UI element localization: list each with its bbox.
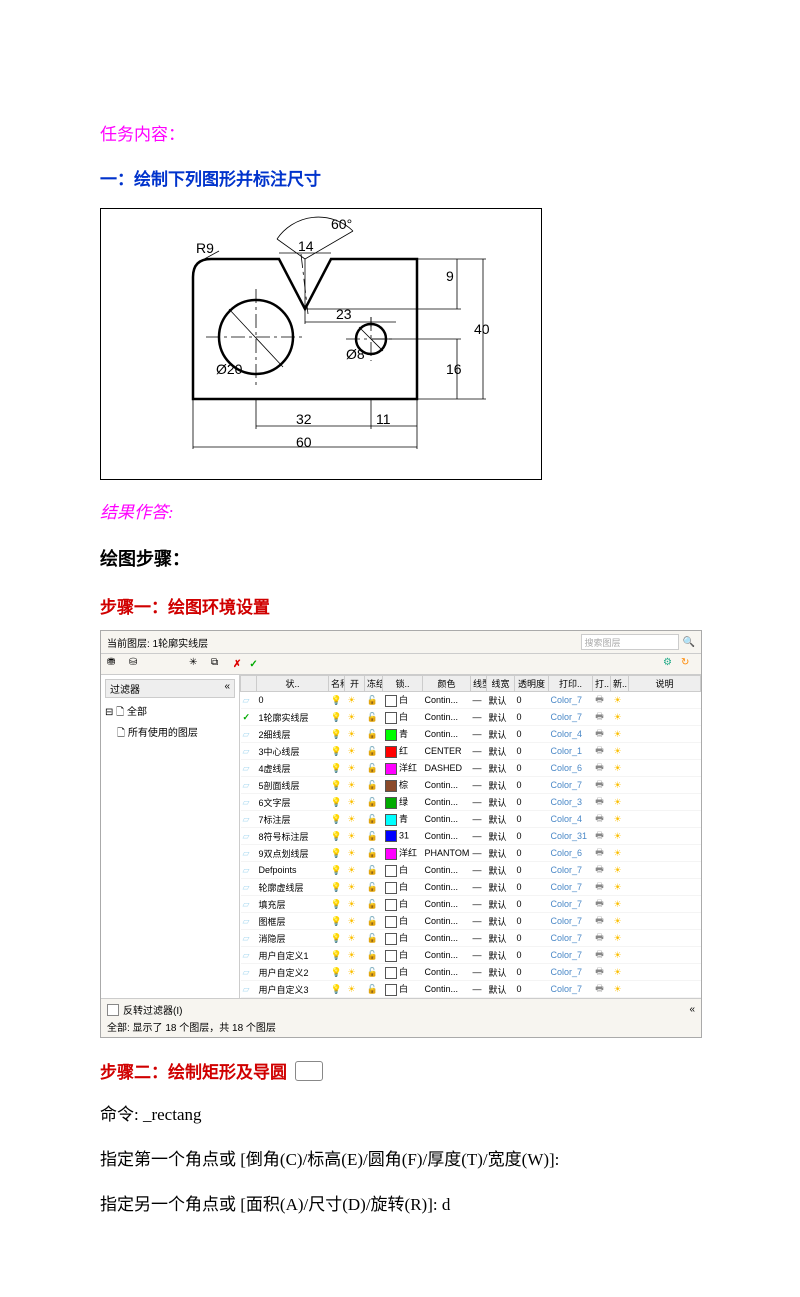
table-row[interactable]: ▱7标注层💡☀🔓 青Contin...—默认0Color_4🖶☀ — [241, 811, 701, 828]
settings-icon[interactable]: ⚙ — [663, 657, 677, 671]
svg-text:32: 32 — [296, 411, 312, 427]
table-row[interactable]: ▱Defpoints💡☀🔓 白Contin...—默认0Color_7🖶☀ — [241, 862, 701, 879]
table-row[interactable]: ▱用户自定义3💡☀🔓 白Contin...—默认0Color_7🖶☀ — [241, 981, 701, 998]
svg-text:23: 23 — [336, 306, 352, 322]
table-row[interactable]: ▱4虚线层💡☀🔓 洋红DASHED—默认0Color_6🖶☀ — [241, 760, 701, 777]
invert-filter-checkbox[interactable]: 反转过滤器(I) « — [107, 1002, 695, 1017]
delete-layer-icon[interactable]: ✗ — [233, 659, 241, 670]
layer-panel: 当前图层: 1轮廓实线层 搜索图层 🔍 ⛃ ⛁ ✳ ⧉ ✗ ✓ ⚙ ↻ 过滤器«… — [100, 630, 702, 1038]
table-row[interactable]: ▱轮廓虚线层💡☀🔓 白Contin...—默认0Color_7🖶☀ — [241, 879, 701, 896]
section-one-title: 一：绘制下列图形并标注尺寸 — [100, 165, 700, 190]
svg-text:14: 14 — [298, 238, 314, 254]
search-input[interactable]: 搜索图层 — [581, 634, 679, 650]
command-line-1: 命令: _rectang — [100, 1101, 700, 1128]
status-line: 全部: 显示了 18 个图层，共 18 个图层 — [107, 1019, 695, 1034]
svg-text:40: 40 — [474, 321, 490, 337]
table-row[interactable]: ▱5剖面线层💡☀🔓 棕Contin...—默认0Color_7🖶☀ — [241, 777, 701, 794]
table-row[interactable]: ▱图框层💡☀🔓 白Contin...—默认0Color_7🖶☀ — [241, 913, 701, 930]
step-two-heading: 步骤二：绘制矩形及导圆 — [100, 1058, 700, 1083]
current-layer-label: 当前图层: 1轮廓实线层 — [107, 635, 208, 650]
table-row[interactable]: ▱2细线层💡☀🔓 青Contin...—默认0Color_4🖶☀ — [241, 726, 701, 743]
layers-icon[interactable]: ⧉ — [211, 657, 225, 671]
svg-text:R9: R9 — [196, 240, 214, 256]
table-row[interactable]: ▱用户自定义1💡☀🔓 白Contin...—默认0Color_7🖶☀ — [241, 947, 701, 964]
confirm-icon[interactable]: ✓ — [249, 659, 257, 670]
svg-text:60: 60 — [296, 434, 312, 450]
filter-icon[interactable]: ⛃ — [107, 657, 121, 671]
table-row[interactable]: ▱3中心线层💡☀🔓 红CENTER—默认0Color_1🖶☀ — [241, 743, 701, 760]
steps-heading: 绘图步骤： — [100, 545, 700, 571]
refresh-icon[interactable]: ↻ — [681, 657, 695, 671]
table-row[interactable]: ▱消隐层💡☀🔓 白Contin...—默认0Color_7🖶☀ — [241, 930, 701, 947]
command-line-2: 指定第一个角点或 [倒角(C)/标高(E)/圆角(F)/厚度(T)/宽度(W)]… — [100, 1146, 700, 1173]
cad-drawing: 60° 14 R9 9 40 16 23 Ø20 Ø8 32 11 60 — [100, 208, 542, 480]
task-title: 任务内容： — [100, 120, 700, 145]
table-row[interactable]: ▱用户自定义2💡☀🔓 白Contin...—默认0Color_7🖶☀ — [241, 964, 701, 981]
svg-text:60°: 60° — [331, 216, 352, 232]
table-row[interactable]: ▱6文字层💡☀🔓 绿Contin...—默认0Color_3🖶☀ — [241, 794, 701, 811]
rect-icon — [295, 1061, 323, 1081]
command-line-3: 指定另一个角点或 [面积(A)/尺寸(D)/旋转(R)]: d — [100, 1191, 700, 1218]
result-title: 结果作答: — [100, 498, 700, 523]
table-row[interactable]: ▱8符号标注层💡☀🔓 31Contin...—默认0Color_31🖶☀ — [241, 828, 701, 845]
table-row[interactable]: ▱9双点划线层💡☀🔓 洋红PHANTOM—默认0Color_6🖶☀ — [241, 845, 701, 862]
filter-tree[interactable]: 过滤器« ⊟ 🗋 全部 🗋 所有使用的图层 — [101, 675, 240, 998]
new-layer-icon[interactable]: ✳ — [189, 657, 203, 671]
svg-text:Ø20: Ø20 — [216, 361, 243, 377]
svg-text:11: 11 — [376, 411, 391, 427]
svg-text:16: 16 — [446, 361, 462, 377]
svg-text:9: 9 — [446, 268, 454, 284]
table-row[interactable]: ▱填充层💡☀🔓 白Contin...—默认0Color_7🖶☀ — [241, 896, 701, 913]
panel-toolbar: ⛃ ⛁ ✳ ⧉ ✗ ✓ ⚙ ↻ — [101, 654, 701, 675]
table-row[interactable]: ✓1轮廓实线层💡☀🔓 白Contin...—默认0Color_7🖶☀ — [241, 709, 701, 726]
step-one-heading: 步骤一：绘图环境设置 — [100, 593, 700, 618]
group-icon[interactable]: ⛁ — [129, 657, 143, 671]
search-icon[interactable]: 🔍 — [683, 637, 695, 648]
layer-table[interactable]: 状..名称开冻结锁..颜色线型线宽透明度打印..打..新..说明 ▱0💡☀🔓 白… — [240, 675, 701, 998]
table-row[interactable]: ▱0💡☀🔓 白Contin...—默认0Color_7🖶☀ — [241, 692, 701, 709]
svg-text:Ø8: Ø8 — [346, 346, 365, 362]
